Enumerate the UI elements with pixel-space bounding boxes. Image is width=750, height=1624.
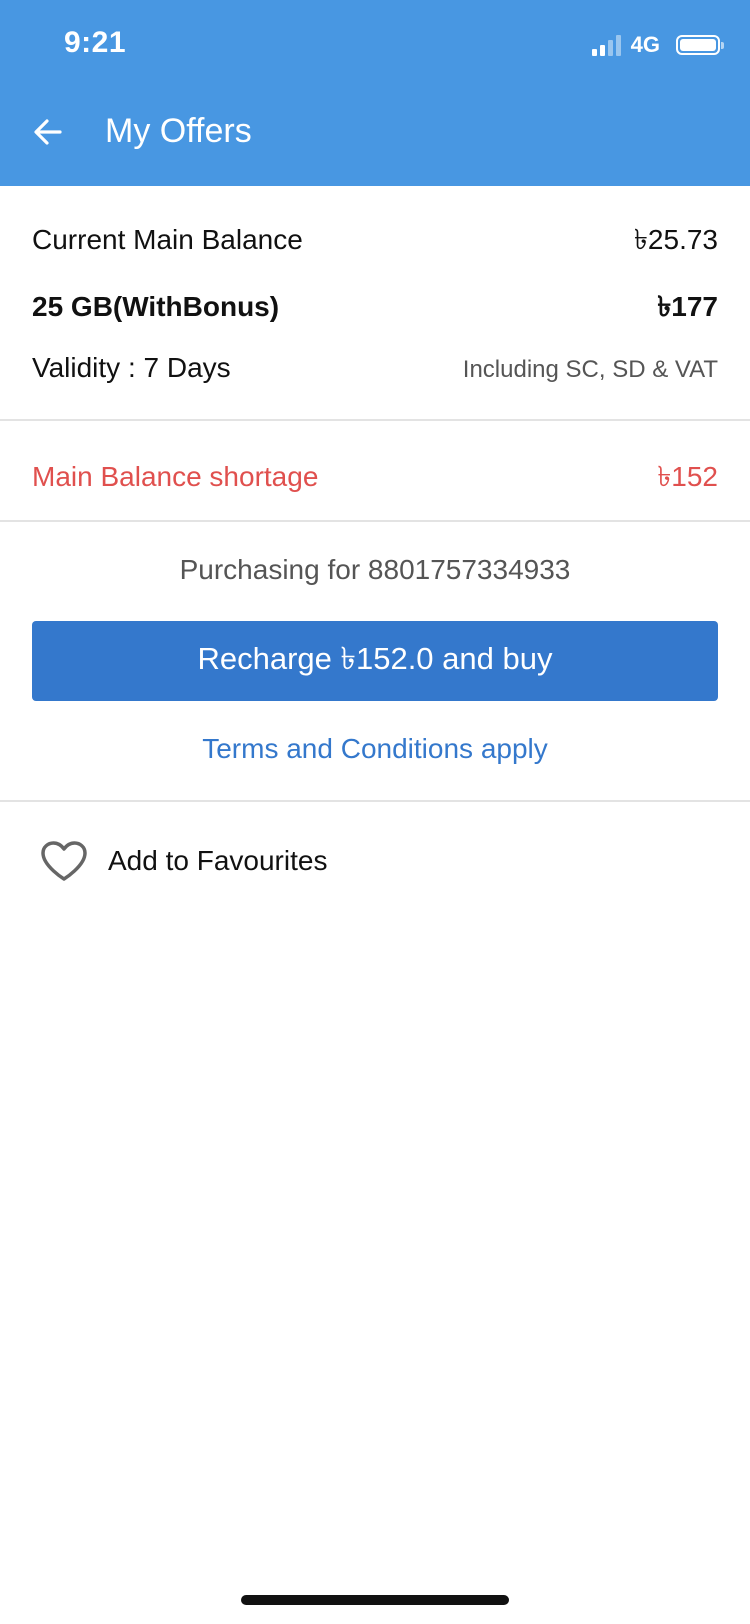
heart-outline-icon: [41, 841, 87, 881]
current-balance-label: Current Main Balance: [32, 224, 303, 255]
arrow-left-icon: [34, 119, 62, 145]
back-button[interactable]: [26, 110, 70, 154]
status-time: 9:21: [64, 26, 127, 59]
signal-icon: [591, 34, 621, 56]
current-balance-row: Current Main Balance ৳25.73: [32, 218, 718, 265]
network-type: 4G: [630, 32, 660, 57]
pack-price: ৳177: [657, 291, 718, 322]
validity-row: Validity : 7 Days Including SC, SD & VAT: [32, 352, 718, 384]
battery-icon: [676, 35, 724, 55]
purchasing-for-text: Purchasing for 8801757334933: [179, 554, 571, 585]
pack-name: 25 GB(WithBonus): [32, 291, 280, 322]
shortage-value: ৳152: [657, 461, 718, 492]
recharge-and-buy-button[interactable]: Recharge ৳152.0 and buy: [32, 621, 718, 701]
add-to-favourites-button[interactable]: Add to Favourites: [40, 840, 327, 882]
terms-and-conditions-link[interactable]: Terms and Conditions apply: [0, 733, 750, 765]
validity-text: Validity : 7 Days: [32, 352, 231, 383]
status-indicators: 4G: [591, 32, 724, 58]
divider: [0, 520, 750, 522]
pack-row: 25 GB(WithBonus) ৳177: [32, 285, 718, 332]
divider: [0, 800, 750, 802]
tax-note: Including SC, SD & VAT: [462, 356, 718, 383]
add-to-favourites-label: Add to Favourites: [108, 845, 328, 876]
page-title: My Offers: [105, 112, 252, 150]
shortage-row: Main Balance shortage ৳152: [32, 455, 718, 502]
shortage-label: Main Balance shortage: [32, 461, 319, 492]
divider: [0, 419, 750, 421]
app-header: 9:21 4G My Offers: [0, 0, 750, 186]
current-balance-value: ৳25.73: [633, 224, 718, 255]
home-indicator[interactable]: [241, 1595, 509, 1605]
